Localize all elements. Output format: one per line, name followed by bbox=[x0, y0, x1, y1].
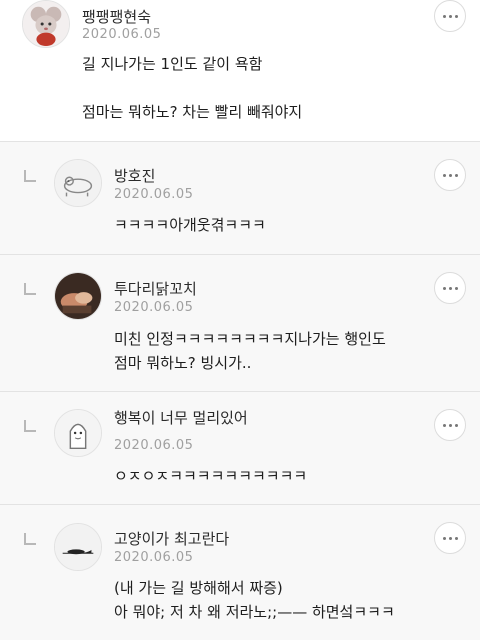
more-options-icon bbox=[435, 410, 465, 440]
comment-line: ㅇㅈㅇㅈㅋㅋㅋㅋㅋㅋㅋㅋㅋㅋ bbox=[114, 467, 308, 485]
animal-doodle-avatar-icon[interactable] bbox=[54, 159, 102, 207]
reply-indicator-icon bbox=[24, 283, 36, 295]
comment-line: ㅋㅋㅋㅋ아개웃겪ㅋㅋㅋ bbox=[114, 216, 266, 234]
more-options-button[interactable] bbox=[434, 272, 466, 304]
reply-item: 고양이가 최고란다 2020.06.05 (내 가는 길 방해해서 짜증) 아 … bbox=[0, 505, 480, 640]
reply-item: 방호진 2020.06.05 ㅋㅋㅋㅋ아개웃겪ㅋㅋㅋ bbox=[0, 142, 480, 254]
more-options-button[interactable] bbox=[434, 0, 466, 32]
more-options-icon bbox=[435, 523, 465, 553]
more-options-icon bbox=[435, 160, 465, 190]
comment-line: 미친 인정ㅋㅋㅋㅋㅋㅋㅋㅋ지나가는 행인도 bbox=[114, 330, 386, 348]
comment-author[interactable]: 투다리닭꼬치 bbox=[114, 278, 197, 299]
comment-author[interactable]: 팽팽팽현숙 bbox=[82, 6, 151, 27]
more-options-button[interactable] bbox=[434, 522, 466, 554]
photo-avatar-icon[interactable] bbox=[54, 272, 102, 320]
comment-line bbox=[82, 76, 302, 100]
comment-date: 2020.06.05 bbox=[82, 27, 162, 42]
more-options-icon bbox=[435, 1, 465, 31]
cat-silhouette-avatar-icon[interactable] bbox=[54, 523, 102, 571]
reply-indicator-icon bbox=[24, 533, 36, 545]
comment-body: (내 가는 길 방해해서 짜증) 아 뭐야; 저 차 왜 저라노;;—— 하면섴… bbox=[114, 576, 395, 624]
reply-item: 투다리닭꼬치 2020.06.05 미친 인정ㅋㅋㅋㅋㅋㅋㅋㅋ지나가는 행인도 … bbox=[0, 255, 480, 391]
mouse-cartoon-avatar-icon[interactable] bbox=[22, 0, 70, 48]
comment-date: 2020.06.05 bbox=[114, 187, 194, 202]
comment-body: 미친 인정ㅋㅋㅋㅋㅋㅋㅋㅋ지나가는 행인도 점마 뭐하노? 빙시가.. bbox=[114, 327, 386, 375]
comment-date: 2020.06.05 bbox=[114, 438, 194, 453]
reply-indicator-icon bbox=[24, 420, 36, 432]
comment-line: 점마 뭐하노? 빙시가.. bbox=[114, 354, 252, 372]
comment-item: 팽팽팽현숙 2020.06.05 길 지나가는 1인도 같이 욕함 점마는 뭐하… bbox=[0, 0, 480, 141]
comment-author[interactable]: 방호진 bbox=[114, 165, 155, 186]
comment-line: 길 지나가는 1인도 같이 욕함 bbox=[82, 55, 263, 73]
comment-date: 2020.06.05 bbox=[114, 300, 194, 315]
comment-author[interactable]: 행복이 너무 멀리있어 bbox=[114, 407, 248, 428]
more-options-icon bbox=[435, 273, 465, 303]
comment-line: 아 뭐야; 저 차 왜 저라노;;—— 하면섴ㅋㅋㅋ bbox=[114, 603, 395, 621]
comment-author[interactable]: 고양이가 최고란다 bbox=[114, 528, 229, 549]
more-options-button[interactable] bbox=[434, 159, 466, 191]
comment-body: ㅋㅋㅋㅋ아개웃겪ㅋㅋㅋ bbox=[114, 213, 266, 237]
reply-item: 행복이 너무 멀리있어 2020.06.05 ㅇㅈㅇㅈㅋㅋㅋㅋㅋㅋㅋㅋㅋㅋ bbox=[0, 392, 480, 504]
character-avatar-icon[interactable] bbox=[54, 409, 102, 457]
comment-date: 2020.06.05 bbox=[114, 550, 194, 565]
more-options-button[interactable] bbox=[434, 409, 466, 441]
reply-indicator-icon bbox=[24, 170, 36, 182]
comment-body: 길 지나가는 1인도 같이 욕함 점마는 뭐하노? 차는 빨리 빼줘야지 bbox=[82, 52, 302, 124]
comment-line: 점마는 뭐하노? 차는 빨리 빼줘야지 bbox=[82, 103, 303, 121]
comment-line: (내 가는 길 방해해서 짜증) bbox=[114, 579, 283, 597]
comment-body: ㅇㅈㅇㅈㅋㅋㅋㅋㅋㅋㅋㅋㅋㅋ bbox=[114, 464, 307, 488]
